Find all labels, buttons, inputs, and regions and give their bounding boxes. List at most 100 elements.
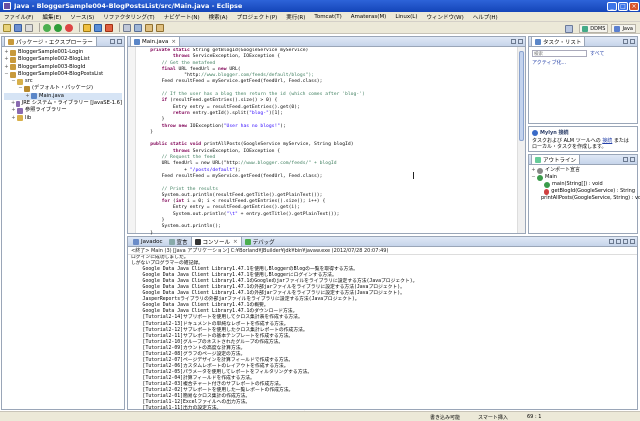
console-process-header: <終了> Main (3) [Java アプリケーション] C:¥Borland… xyxy=(128,247,637,255)
tree-item[interactable]: + BloggerSample003-BlogId xyxy=(4,64,122,71)
outline-item[interactable]: printAllPosts(GoogleService, String) : v… xyxy=(531,195,640,202)
task-find-input[interactable] xyxy=(532,50,587,57)
tree-toggle-icon[interactable]: + xyxy=(4,56,9,63)
tab-debug[interactable]: デバッグ xyxy=(242,237,278,246)
menu-edit[interactable]: 編集(E) xyxy=(42,13,61,21)
tab-javadoc[interactable]: Javadoc xyxy=(130,237,166,246)
outline-item-label: インポート宣言 xyxy=(545,167,581,173)
maximize-outline-icon[interactable] xyxy=(630,157,635,162)
annotation-nav-icon[interactable] xyxy=(134,23,142,32)
tree-toggle-icon[interactable]: + xyxy=(11,115,16,122)
menu-refactor[interactable]: リファクタリング(T) xyxy=(103,13,154,21)
menu-linux[interactable]: Linux(L) xyxy=(395,14,417,20)
outline-tree: + インポート宣言 − Main main(String[]) : void getBlo… xyxy=(529,165,640,204)
menu-run[interactable]: 実行(R) xyxy=(286,13,305,21)
bottom-panel-tabs: Javadoc 宣言 コンソール × デバッグ xyxy=(128,237,637,247)
menu-source[interactable]: ソース(S) xyxy=(70,13,94,21)
back-icon[interactable] xyxy=(145,23,153,32)
open-type-icon[interactable] xyxy=(105,23,113,32)
open-perspective-icon[interactable] xyxy=(565,24,574,33)
maximize-editor-icon[interactable] xyxy=(518,39,523,44)
perspective-ddms[interactable]: DDMS xyxy=(579,24,609,33)
maximize-view-icon[interactable] xyxy=(117,39,122,44)
tree-toggle-icon[interactable]: − xyxy=(11,78,16,85)
minimize-tasks-icon[interactable] xyxy=(623,39,628,44)
close-button[interactable]: × xyxy=(629,1,639,11)
outline-item[interactable]: getBlogId(GoogleService) : String xyxy=(531,188,635,195)
java-file-icon xyxy=(134,38,140,45)
tree-item[interactable]: + lib xyxy=(4,115,122,122)
outline-item[interactable]: + インポート宣言 xyxy=(531,167,635,174)
tree-toggle-icon[interactable]: − xyxy=(4,71,9,78)
console-pin-icon[interactable] xyxy=(616,239,621,244)
close-console-icon[interactable]: × xyxy=(233,239,238,245)
outline-item[interactable]: main(String[]) : void xyxy=(531,181,635,188)
save-icon[interactable] xyxy=(14,23,22,32)
task-all-link[interactable]: すべて xyxy=(590,50,604,57)
minimize-editor-icon[interactable] xyxy=(511,39,516,44)
maximize-console-icon[interactable] xyxy=(630,239,635,244)
tree-toggle-icon[interactable]: + xyxy=(11,107,16,114)
run-icon[interactable] xyxy=(54,23,62,32)
external-tools-icon[interactable] xyxy=(65,23,73,32)
menu-tomcat[interactable]: Tomcat(T) xyxy=(314,14,341,20)
menu-help[interactable]: ヘルプ(H) xyxy=(473,13,498,21)
task-activate-link[interactable]: アクティブ化... xyxy=(532,59,566,66)
code-text[interactable]: private static String getBlogId(GoogleSe… xyxy=(139,48,515,250)
mylyn-connect-link[interactable]: 接続 xyxy=(602,138,612,144)
editor-scrollbar[interactable] xyxy=(517,47,525,233)
tree-item[interactable]: + BloggerSample001-Login xyxy=(4,49,122,56)
tab-task-list[interactable]: タスク・リスト xyxy=(531,37,586,46)
menu-project[interactable]: プロジェクト(P) xyxy=(237,13,278,21)
print-icon[interactable] xyxy=(25,23,33,32)
menu-amateras[interactable]: Amateras(M) xyxy=(351,14,387,20)
task-filter-row: すべて xyxy=(532,50,634,57)
minimize-outline-icon[interactable] xyxy=(623,157,628,162)
tab-console[interactable]: コンソール × xyxy=(190,237,242,246)
tab-declaration[interactable]: 宣言 xyxy=(166,237,191,246)
perspective-ddms-label: DDMS xyxy=(590,25,606,32)
outline-toggle-icon[interactable]: + xyxy=(531,167,536,174)
tree-toggle-icon[interactable]: + xyxy=(4,49,9,56)
tree-toggle-icon[interactable]: − xyxy=(18,85,23,92)
outline-item[interactable]: − Main xyxy=(531,174,635,181)
tree-item[interactable]: − BloggerSample004-BlogPostsList xyxy=(4,71,122,78)
console-clear-icon[interactable] xyxy=(609,239,614,244)
close-tab-icon[interactable]: × xyxy=(171,39,176,45)
outline-node-icon xyxy=(537,174,543,181)
menu-search[interactable]: 検索(A) xyxy=(209,13,228,21)
maximize-button[interactable]: □ xyxy=(618,1,628,11)
outline-toggle-icon[interactable]: − xyxy=(531,174,536,181)
tree-toggle-icon[interactable]: + xyxy=(11,100,15,107)
tree-item[interactable]: + 参照ライブラリー xyxy=(4,107,122,115)
editor-tabs: Main.java × xyxy=(128,37,525,47)
tab-main-java[interactable]: Main.java × xyxy=(130,37,181,46)
tree-item[interactable]: + Main.java xyxy=(4,92,122,101)
tab-package-explorer[interactable]: パッケージ・エクスプローラー xyxy=(4,37,97,46)
mylyn-title: Mylyn 接続 xyxy=(532,130,634,137)
editor-body[interactable]: private static String getBlogId(GoogleSe… xyxy=(128,47,525,242)
new-package-icon[interactable] xyxy=(83,23,91,32)
new-class-icon[interactable] xyxy=(94,23,102,32)
minimize-console-icon[interactable] xyxy=(623,239,628,244)
perspective-java[interactable]: Java xyxy=(611,24,636,33)
tab-outline[interactable]: アウトライン xyxy=(531,155,581,164)
search-icon[interactable] xyxy=(123,23,131,32)
editor-scroll-thumb[interactable] xyxy=(519,51,524,141)
minimize-button[interactable]: _ xyxy=(607,1,617,11)
tree-toggle-icon[interactable]: + xyxy=(25,93,30,100)
minimize-view-icon[interactable] xyxy=(110,39,115,44)
new-icon[interactable] xyxy=(3,23,11,32)
debug-icon[interactable] xyxy=(43,23,51,32)
tree-toggle-icon[interactable]: + xyxy=(4,64,9,71)
maximize-tasks-icon[interactable] xyxy=(630,39,635,44)
console-output[interactable]: ログインに成功しました。 しがないプログラマーの雑記録。 Google Data … xyxy=(128,255,637,418)
menu-file[interactable]: ファイル(F) xyxy=(4,13,33,21)
title-bar: Java - BloggerSample004-BlogPostsList/sr… xyxy=(0,0,640,12)
tree-item[interactable]: − (デフォルト・パッケージ) xyxy=(4,85,122,93)
forward-icon[interactable] xyxy=(156,23,164,32)
menu-navigate[interactable]: ナビゲート(N) xyxy=(164,13,200,21)
tree-item[interactable]: + BloggerSample002-BlogList xyxy=(4,56,122,63)
menu-window[interactable]: ウィンドウ(W) xyxy=(427,13,464,21)
perspective-java-label: Java xyxy=(622,25,633,32)
